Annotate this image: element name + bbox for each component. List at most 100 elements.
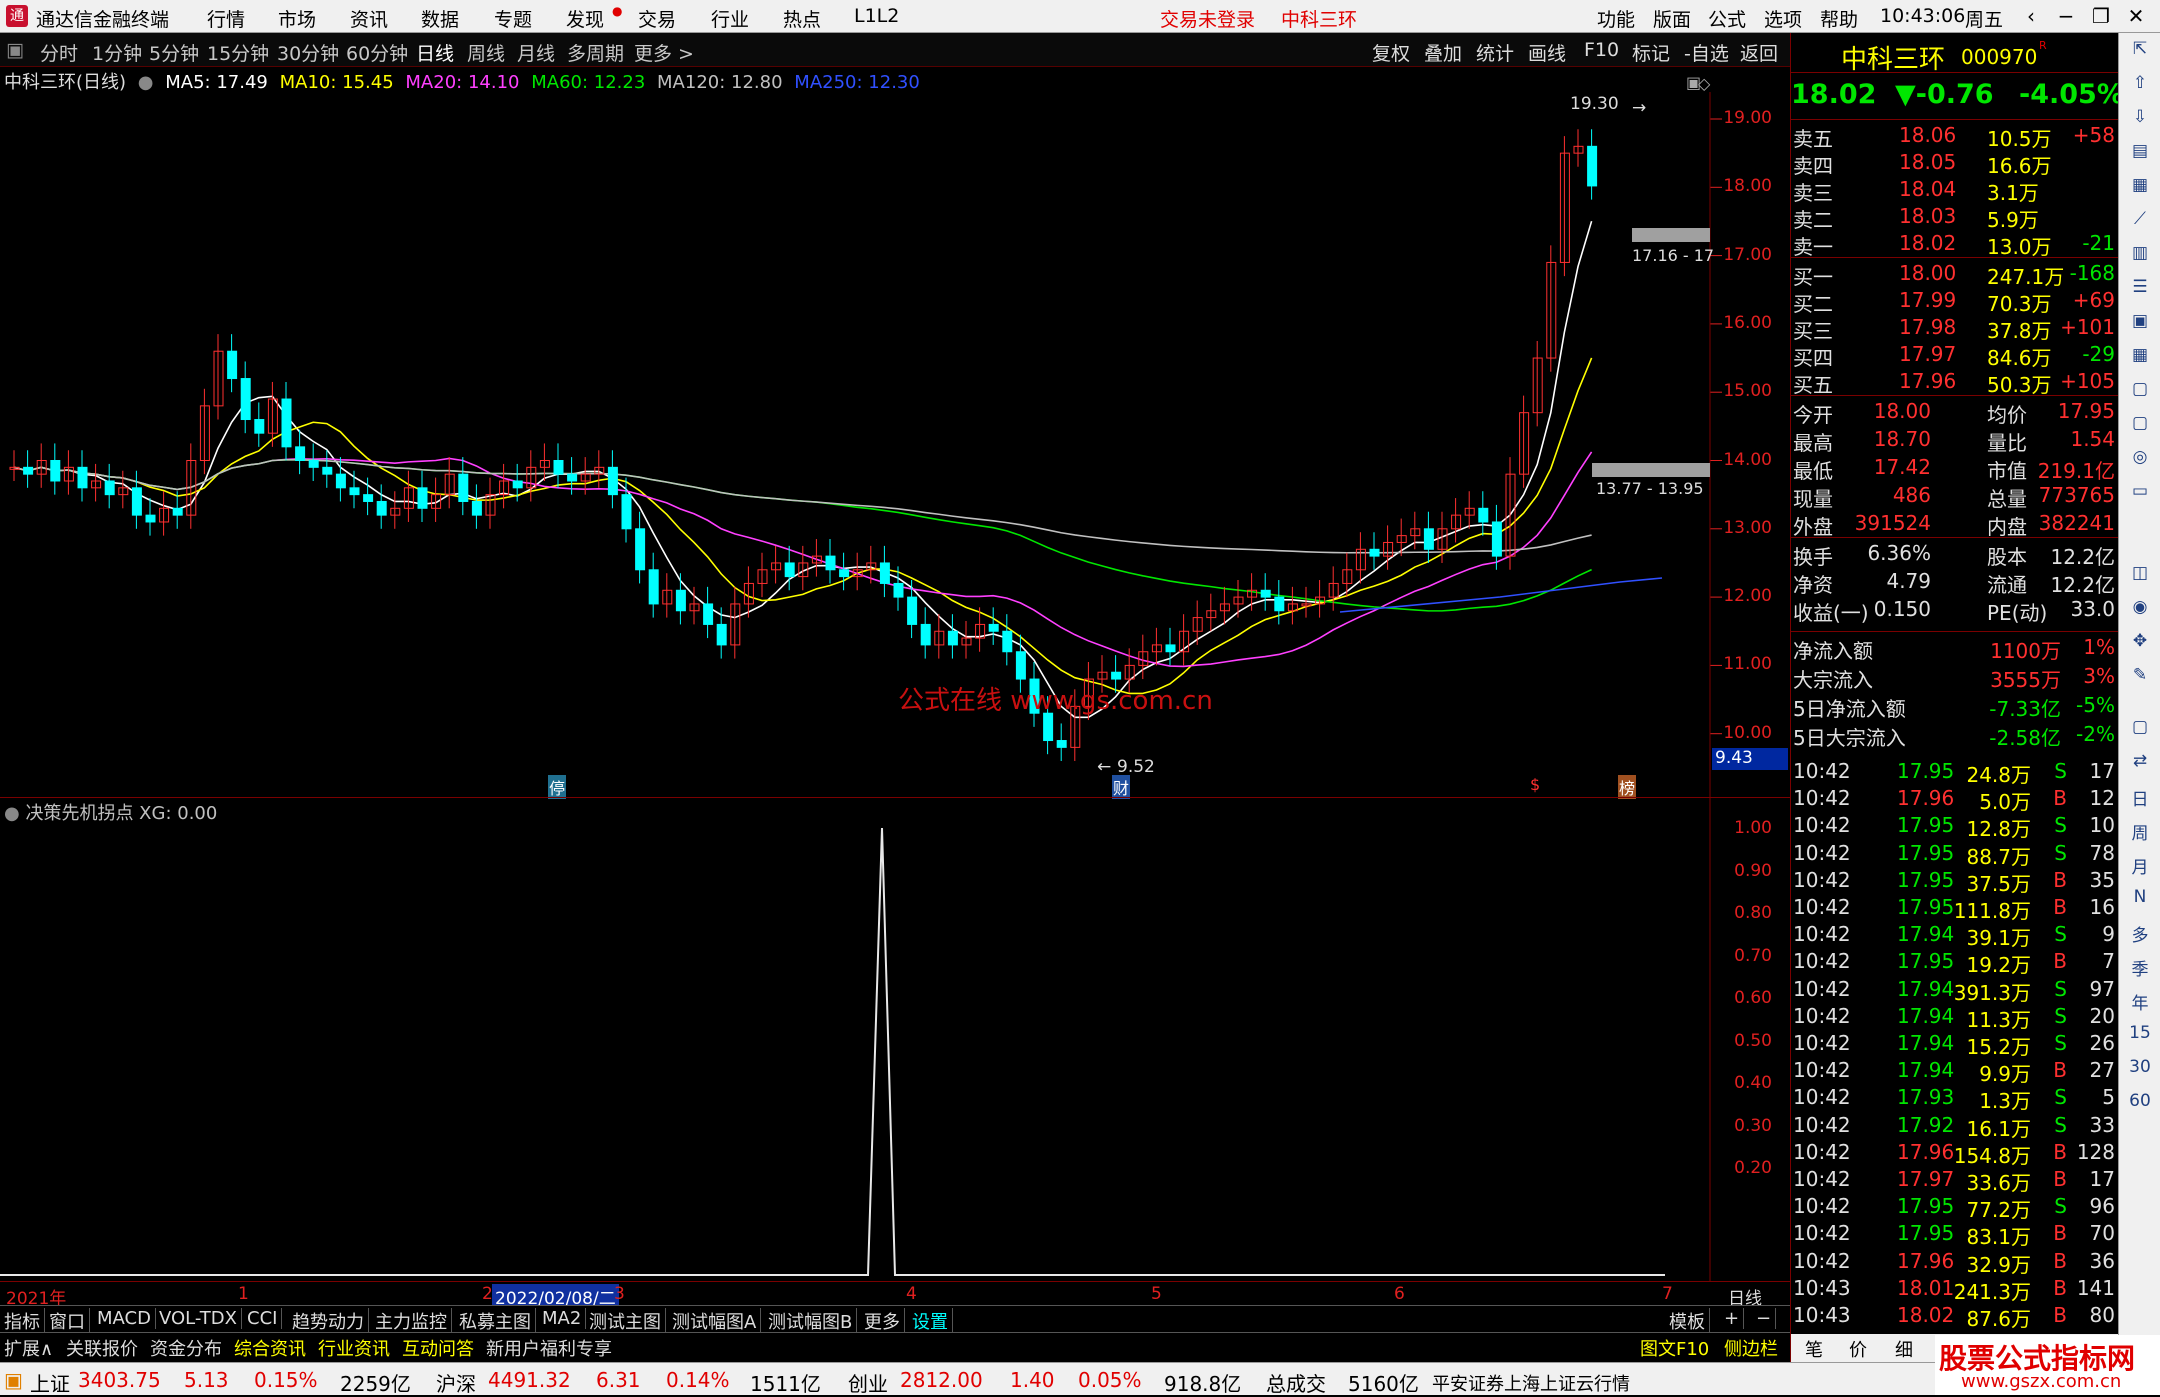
sidebar-badge-icon[interactable]: ◉ — [2127, 597, 2153, 623]
period-5min[interactable]: 5分钟 — [149, 39, 199, 66]
buy-level[interactable]: 买四 17.97 84.6万 -29 — [1791, 340, 2119, 370]
btn-tongji[interactable]: 统计 — [1476, 39, 1514, 66]
tick-row[interactable]: 10:42 17.94 9.9万 B 27 — [1791, 1056, 2119, 1086]
sell-level[interactable]: 卖五 18.06 10.5万 +58 — [1791, 121, 2119, 151]
tab-ceshizhutu[interactable]: 测试主图 — [585, 1308, 666, 1334]
stat-row[interactable]: 最低 17.42 市值 219.1亿 — [1791, 453, 2119, 483]
sidebar-down-icon[interactable]: ⇩ — [2127, 107, 2153, 133]
period-15min[interactable]: 15分钟 — [207, 39, 269, 66]
sidebar-table-icon[interactable]: ▦ — [2127, 175, 2153, 201]
status-icon[interactable]: ▣ — [4, 1368, 23, 1392]
tab-simuzhutu[interactable]: 私募主图 — [455, 1308, 536, 1334]
sidebar-period-2[interactable]: 周 — [2127, 819, 2153, 845]
period-more[interactable]: 更多 > — [634, 39, 694, 66]
login-status[interactable]: 交易未登录 — [1160, 5, 1255, 32]
candlestick-chart[interactable] — [0, 92, 1790, 798]
tab-add[interactable]: + — [1720, 1308, 1745, 1329]
sidebar-f1-icon[interactable]: ▢ — [2127, 379, 2153, 405]
stat-row[interactable]: 换手 6.36% 股本 12.2亿 — [1791, 539, 2119, 569]
period-60min[interactable]: 60分钟 — [346, 39, 408, 66]
restore-icon[interactable]: ❐ — [2085, 3, 2117, 29]
stat-row[interactable]: 现量 486 总量 773765 — [1791, 481, 2119, 511]
flow-row[interactable]: 5日大宗流入 -2.58亿 -2% — [1791, 720, 2119, 750]
back-arrow-icon[interactable]: ‹ — [2015, 3, 2047, 29]
sidebar-compass-icon[interactable]: ◎ — [2127, 447, 2153, 473]
sidebar-period-9[interactable]: 30 — [2127, 1057, 2153, 1083]
tab-xinyonghufuli[interactable]: 新用户福利专享 — [482, 1335, 616, 1361]
menu-l1l2[interactable]: L1L2 — [854, 5, 899, 27]
tab-hangyezixun[interactable]: 行业资讯 — [314, 1335, 394, 1361]
tick-row[interactable]: 10:42 17.95 83.1万 B 70 — [1791, 1219, 2119, 1249]
tick-row[interactable]: 10:42 17.95 12.8万 S 10 — [1791, 811, 2119, 841]
sh-name[interactable]: 上证 — [30, 1368, 70, 1397]
tick-row[interactable]: 10:43 18.02 87.6万 B 80 — [1791, 1301, 2119, 1331]
tab-zonghezixun[interactable]: 综合资讯 — [230, 1335, 310, 1361]
tab-chuangkou[interactable]: 窗口 — [45, 1308, 90, 1334]
btn-diejia[interactable]: 叠加 — [1424, 39, 1462, 66]
tab-hudongwenda[interactable]: 互动问答 — [398, 1335, 478, 1361]
menu-gongshi[interactable]: 公式 — [1708, 5, 1746, 32]
sidebar-up-icon[interactable]: ⇧ — [2127, 73, 2153, 99]
menu-jiaoyi[interactable]: 交易 — [638, 5, 676, 32]
tick-row[interactable]: 10:42 17.94 391.3万 S 97 — [1791, 975, 2119, 1005]
tab-kuozhan[interactable]: 扩展∧ — [0, 1335, 57, 1361]
menu-gongneng[interactable]: 功能 — [1597, 5, 1635, 32]
tab-bi[interactable]: 笔 — [1805, 1336, 1823, 1362]
cy-name[interactable]: 创业 — [848, 1368, 888, 1397]
sidebar-period-4[interactable]: N — [2127, 887, 2153, 913]
sidebar-period-7[interactable]: 年 — [2127, 989, 2153, 1015]
tab-macd[interactable]: MACD — [93, 1308, 156, 1329]
tab-ceshifutu-b[interactable]: 测试幅图B — [764, 1308, 858, 1334]
stat-row[interactable]: 外盘 391524 内盘 382241 — [1791, 509, 2119, 539]
menu-banmian[interactable]: 版面 — [1653, 5, 1691, 32]
sell-level[interactable]: 卖四 18.05 16.6万 — [1791, 148, 2119, 178]
sidebar-move-icon[interactable]: ✥ — [2127, 631, 2153, 657]
tick-row[interactable]: 10:42 17.95 77.2万 S 96 — [1791, 1192, 2119, 1222]
marker-suspend[interactable]: 停 — [548, 775, 567, 799]
menu-hangqing[interactable]: 行情 — [207, 5, 245, 32]
sidebar-period-8[interactable]: 15 — [2127, 1023, 2153, 1049]
marker-rank[interactable]: 榜 — [1618, 775, 1637, 799]
sidebar-period-3[interactable]: 月 — [2127, 853, 2153, 879]
sidebar-period-1[interactable]: 日 — [2127, 785, 2153, 811]
sidebar-rsi-icon[interactable]: ◫ — [2127, 563, 2153, 589]
close-icon[interactable]: ✕ — [2120, 3, 2152, 29]
tick-row[interactable]: 10:42 17.94 11.3万 S 20 — [1791, 1002, 2119, 1032]
indicator-chart[interactable] — [0, 798, 1790, 1281]
tab-ceshifutu-a[interactable]: 测试幅图A — [668, 1308, 762, 1334]
sidebar-f10-icon[interactable]: ▣ — [2127, 311, 2153, 337]
buy-level[interactable]: 买三 17.98 37.8万 +101 — [1791, 313, 2119, 343]
marker-dollar[interactable]: $ — [1530, 775, 1540, 794]
period-multi[interactable]: 多周期 — [567, 39, 624, 66]
sidebar-collapse-icon[interactable]: ⇱ — [2127, 39, 2153, 65]
sell-level[interactable]: 卖一 18.02 13.0万 -21 — [1791, 229, 2119, 259]
period-monthly[interactable]: 月线 — [517, 39, 555, 66]
tick-row[interactable]: 10:42 17.96 5.0万 B 12 — [1791, 784, 2119, 814]
tick-row[interactable]: 10:42 17.95 24.8万 S 17 — [1791, 757, 2119, 787]
pane-max-icon[interactable]: ▣ — [1686, 73, 1701, 92]
tick-row[interactable]: 10:42 17.94 15.2万 S 26 — [1791, 1029, 2119, 1059]
flow-row[interactable]: 大宗流入 3555万 3% — [1791, 662, 2119, 692]
menu-shichang[interactable]: 市场 — [278, 5, 316, 32]
sidebar-list-icon[interactable]: ☰ — [2127, 277, 2153, 303]
btn-fuquan[interactable]: 复权 — [1372, 39, 1410, 66]
tab-jia[interactable]: 价 — [1849, 1336, 1867, 1362]
tab-guanlianbaojia[interactable]: 关联报价 — [62, 1335, 142, 1361]
tab-zhibiao[interactable]: 指标 — [0, 1308, 45, 1334]
flow-row[interactable]: 5日净流入额 -7.33亿 -5% — [1791, 691, 2119, 721]
btn-f10[interactable]: F10 — [1584, 39, 1619, 61]
sidebar-chart-icon[interactable]: ▤ — [2127, 141, 2153, 167]
period-30min[interactable]: 30分钟 — [277, 39, 339, 66]
sidebar-f2-icon[interactable]: ▢ — [2127, 413, 2153, 439]
marker-finance[interactable]: 财 — [1112, 775, 1131, 799]
menu-redian[interactable]: 热点 — [783, 5, 821, 32]
btn-fanhui[interactable]: 返回 — [1740, 39, 1778, 66]
hs-name[interactable]: 沪深 — [436, 1368, 476, 1397]
tick-row[interactable]: 10:43 18.01 241.3万 B 141 — [1791, 1274, 2119, 1304]
tab-zijinfenbu[interactable]: 资金分布 — [146, 1335, 226, 1361]
menu-zixun[interactable]: 资讯 — [350, 5, 388, 32]
tab-gengduo[interactable]: 更多 — [860, 1308, 905, 1334]
sidebar-swap-icon[interactable]: ⇄ — [2127, 751, 2153, 777]
btn-zixuan[interactable]: -自选 — [1684, 39, 1729, 66]
minimize-icon[interactable]: − — [2050, 3, 2082, 29]
